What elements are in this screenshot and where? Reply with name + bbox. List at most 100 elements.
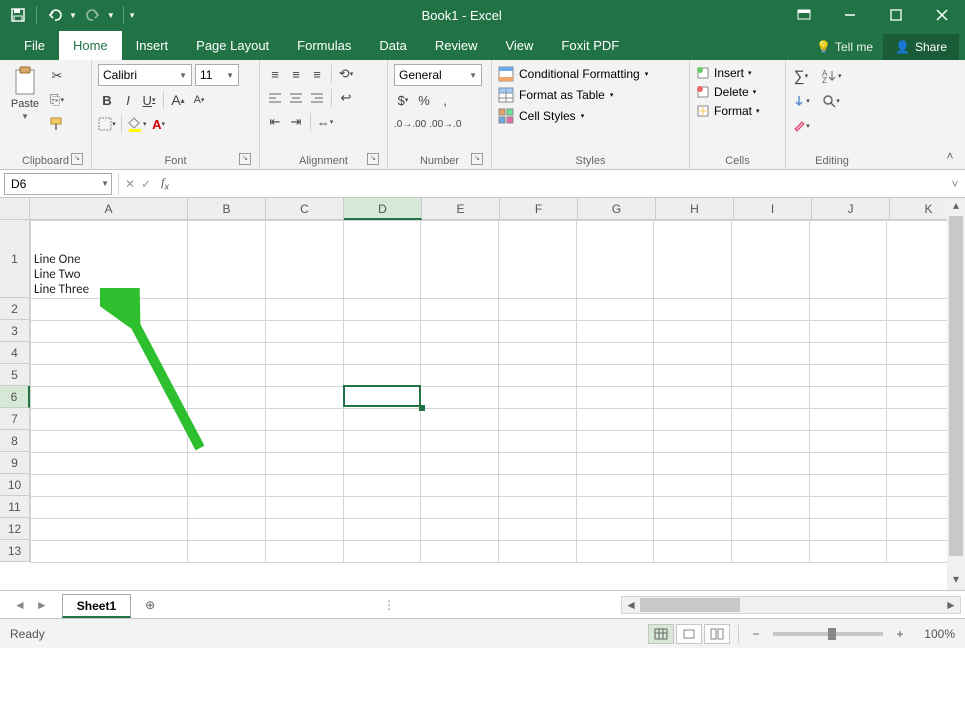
cell-A6[interactable] — [31, 387, 188, 409]
cell-E5[interactable] — [421, 365, 499, 387]
cell-C1[interactable] — [266, 221, 344, 299]
cell-J8[interactable] — [809, 431, 887, 453]
cell-A11[interactable] — [31, 497, 188, 519]
row-header-2[interactable]: 2 — [0, 298, 30, 320]
cell-I3[interactable] — [732, 321, 810, 343]
cell-G5[interactable] — [576, 365, 654, 387]
cell-D13[interactable] — [343, 541, 421, 563]
cell-F6[interactable] — [499, 387, 577, 409]
scroll-thumb[interactable] — [949, 216, 963, 556]
cell-J6[interactable] — [809, 387, 887, 409]
cell-A8[interactable] — [31, 431, 188, 453]
row-header-11[interactable]: 11 — [0, 496, 30, 518]
zoom-out-icon[interactable]: − — [747, 627, 765, 641]
underline-button[interactable]: U▾ — [140, 90, 158, 110]
row-header-13[interactable]: 13 — [0, 540, 30, 562]
delete-cells-button[interactable]: Delete▾ — [696, 85, 779, 99]
cell-J9[interactable] — [809, 453, 887, 475]
row-headers[interactable]: 12345678910111213 — [0, 220, 30, 562]
cell-D7[interactable] — [343, 409, 421, 431]
cell-I6[interactable] — [732, 387, 810, 409]
cell-I7[interactable] — [732, 409, 810, 431]
share-button[interactable]: 👤Share — [883, 34, 959, 60]
font-color-icon[interactable]: A▾ — [150, 114, 168, 134]
tab-view[interactable]: View — [491, 31, 547, 60]
tab-split-icon[interactable]: ⋮ — [383, 598, 401, 612]
normal-view-icon[interactable] — [648, 624, 674, 644]
row-header-4[interactable]: 4 — [0, 342, 30, 364]
formula-input[interactable] — [179, 173, 945, 195]
cell-F8[interactable] — [499, 431, 577, 453]
scroll-up-icon[interactable]: ▴ — [947, 198, 965, 216]
col-header-H[interactable]: H — [656, 198, 734, 220]
cell-B4[interactable] — [188, 343, 266, 365]
font-name-combo[interactable]: Calibri▼ — [98, 64, 192, 86]
cell-H13[interactable] — [654, 541, 732, 563]
cell-J10[interactable] — [809, 475, 887, 497]
tab-home[interactable]: Home — [59, 31, 122, 60]
align-middle-icon[interactable]: ≡ — [287, 64, 305, 84]
cell-C10[interactable] — [266, 475, 344, 497]
cell-styles-button[interactable]: Cell Styles▾ — [498, 108, 683, 124]
cell-E9[interactable] — [421, 453, 499, 475]
zoom-slider[interactable] — [773, 632, 883, 636]
cell-G8[interactable] — [576, 431, 654, 453]
col-header-D[interactable]: D — [344, 198, 422, 220]
cell-H11[interactable] — [654, 497, 732, 519]
cell-B8[interactable] — [188, 431, 266, 453]
cell-B9[interactable] — [188, 453, 266, 475]
cell-D1[interactable] — [343, 221, 421, 299]
page-layout-view-icon[interactable] — [676, 624, 702, 644]
orientation-icon[interactable]: ⟲▾ — [337, 64, 355, 84]
horizontal-scrollbar[interactable]: ◄ ► — [621, 596, 961, 614]
cell-B6[interactable] — [188, 387, 266, 409]
cell-G6[interactable] — [576, 387, 654, 409]
cell-D3[interactable] — [343, 321, 421, 343]
col-header-B[interactable]: B — [188, 198, 266, 220]
number-format-combo[interactable]: General▼ — [394, 64, 482, 86]
cancel-formula-icon[interactable]: ✕ — [125, 177, 135, 191]
align-bottom-icon[interactable]: ≡ — [308, 64, 326, 84]
cell-D11[interactable] — [343, 497, 421, 519]
page-break-view-icon[interactable] — [704, 624, 730, 644]
format-painter-icon[interactable] — [48, 114, 66, 134]
redo-dropdown-icon[interactable]: ▼ — [107, 11, 115, 20]
cell-H6[interactable] — [654, 387, 732, 409]
cell-B1[interactable] — [188, 221, 266, 299]
collapse-ribbon-icon[interactable]: ˄ — [941, 147, 959, 165]
hscroll-thumb[interactable] — [640, 598, 740, 612]
cell-D4[interactable] — [343, 343, 421, 365]
grow-font-icon[interactable]: A▴ — [169, 90, 187, 110]
cell-D5[interactable] — [343, 365, 421, 387]
cell-G4[interactable] — [576, 343, 654, 365]
cell-I8[interactable] — [732, 431, 810, 453]
row-header-7[interactable]: 7 — [0, 408, 30, 430]
accounting-format-icon[interactable]: $▾ — [394, 90, 412, 110]
copy-icon[interactable]: ⎘▾ — [48, 90, 66, 110]
cell-A9[interactable] — [31, 453, 188, 475]
bold-button[interactable]: B — [98, 90, 116, 110]
cell-A4[interactable] — [31, 343, 188, 365]
cell-C9[interactable] — [266, 453, 344, 475]
cell-A3[interactable] — [31, 321, 188, 343]
cell-I4[interactable] — [732, 343, 810, 365]
cell-B11[interactable] — [188, 497, 266, 519]
col-header-G[interactable]: G — [578, 198, 656, 220]
cell-C8[interactable] — [266, 431, 344, 453]
cell-D6[interactable] — [343, 387, 421, 409]
cell-E3[interactable] — [421, 321, 499, 343]
cell-E8[interactable] — [421, 431, 499, 453]
wrap-text-icon[interactable]: ↩ — [337, 88, 355, 108]
tab-page-layout[interactable]: Page Layout — [182, 31, 283, 60]
increase-indent-icon[interactable]: ⇥ — [287, 112, 305, 132]
cell-F9[interactable] — [499, 453, 577, 475]
zoom-thumb[interactable] — [828, 628, 836, 640]
cell-C12[interactable] — [266, 519, 344, 541]
tab-file[interactable]: File — [10, 31, 59, 60]
cell-B7[interactable] — [188, 409, 266, 431]
cell-H10[interactable] — [654, 475, 732, 497]
borders-icon[interactable]: ▾ — [98, 114, 116, 134]
cell-I10[interactable] — [732, 475, 810, 497]
row-header-12[interactable]: 12 — [0, 518, 30, 540]
cell-A5[interactable] — [31, 365, 188, 387]
